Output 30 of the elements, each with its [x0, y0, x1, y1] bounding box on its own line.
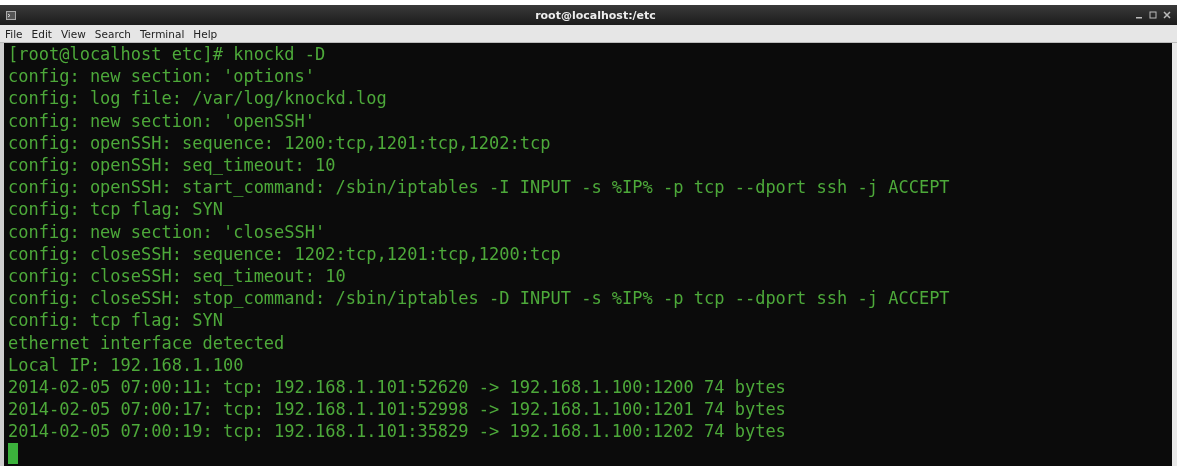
- terminal-line: config: new section: 'openSSH': [8, 109, 317, 132]
- terminal-line: config: openSSH: sequence: 1200:tcp,1201:tcp,1202:tcp: [8, 131, 552, 154]
- terminal-icon: [6, 10, 16, 20]
- terminal-line: config: new section: 'closeSSH': [8, 220, 327, 243]
- terminal-line: config: openSSH: seq_timeout: 10: [8, 154, 337, 177]
- terminal-line: 2014-02-05 07:00:19: tcp: 192.168.1.101:35829 -> 192.168.1.100:1202 74 bytes: [8, 420, 787, 443]
- window-title: root@localhost:/etc: [534, 8, 657, 22]
- terminal-line: config: closeSSH: sequence: 1202:tcp,1201:tcp,1200:tcp: [8, 242, 562, 266]
- terminal-line: ethernet interface detected: [8, 331, 286, 354]
- terminal-line: config: tcp flag: SYN: [8, 309, 224, 332]
- scrollbar[interactable]: [1172, 43, 1177, 466]
- terminal-line: 2014-02-05 07:00:17: tcp: 192.168.1.101:52998 -> 192.168.1.100:1201 74 bytes: [8, 398, 787, 421]
- maximize-icon[interactable]: [1149, 11, 1157, 19]
- terminal-line: config: closeSSH: stop_command: /sbin/iptables -D INPUT -s %IP% -p tcp --dport ssh -j ACCEPT: [8, 287, 951, 310]
- menu-item[interactable]: Terminal: [139, 27, 185, 40]
- terminal-line: config: new section: 'options': [8, 65, 317, 88]
- text-cursor: [8, 442, 18, 464]
- terminal-line: Local IP: 192.168.1.100: [8, 353, 245, 377]
- terminal-line: config: closeSSH: seq_timeout: 10: [8, 265, 347, 288]
- terminal-line: 2014-02-05 07:00:11: tcp: 192.168.1.101:52620 -> 192.168.1.100:1200 74 bytes: [8, 376, 787, 399]
- menu-item[interactable]: File: [5, 27, 23, 40]
- menu-item[interactable]: Edit: [31, 27, 52, 40]
- terminal-line: config: log file: /var/log/knockd.log: [8, 87, 388, 110]
- terminal-line: config: openSSH: start_command: /sbin/iptables -I INPUT -s %IP% -p tcp --dport ssh -j ACCEPT: [8, 176, 951, 199]
- close-icon[interactable]: [1163, 11, 1171, 19]
- menu-item[interactable]: Help: [193, 27, 218, 40]
- menu-item[interactable]: View: [60, 27, 86, 40]
- terminal-line: [root@localhost etc]# knockd -D: [8, 43, 327, 66]
- terminal-line: config: tcp flag: SYN: [8, 198, 224, 221]
- menu-item[interactable]: Search: [94, 27, 131, 40]
